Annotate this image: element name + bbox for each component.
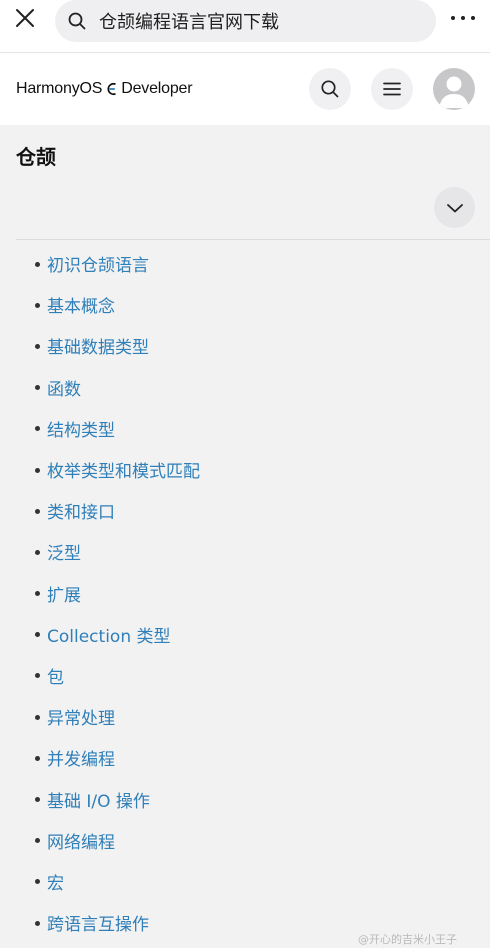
close-icon <box>16 9 34 27</box>
nav-item[interactable]: 并发编程 <box>0 737 490 778</box>
more-dots-icon <box>451 16 455 20</box>
site-menu-button[interactable] <box>371 68 413 110</box>
bullet-dot <box>35 673 40 679</box>
nav-item[interactable]: 初识仓颉语言 <box>0 243 490 284</box>
bullet-dot <box>35 714 40 720</box>
search-bar[interactable]: 仓颉编程语言官网下载 <box>55 0 436 42</box>
nav-item-label[interactable]: 函数 <box>47 375 81 400</box>
nav-item[interactable]: 类和接口 <box>0 490 490 531</box>
watermark: @开心的吉米小王子 <box>358 933 457 946</box>
nav-item-label[interactable]: 包 <box>47 663 64 688</box>
nav-item[interactable]: Collection 类型 <box>0 614 490 655</box>
nav-item[interactable]: 异常处理 <box>0 696 490 737</box>
bullet-dot <box>35 920 40 926</box>
search-icon <box>67 10 89 32</box>
doc-nav-list: 初识仓颉语言 基本概念 基础数据类型 函数 结构类型 枚举类型和模式匹配 类和接… <box>0 243 490 943</box>
user-avatar-icon <box>439 76 469 108</box>
logo-mark-icon <box>107 82 117 96</box>
nav-item[interactable]: 扩展 <box>0 573 490 614</box>
bullet-dot <box>35 591 40 597</box>
nav-item[interactable]: 基本概念 <box>0 284 490 325</box>
bullet-dot <box>35 755 40 761</box>
bullet-dot <box>35 549 40 555</box>
nav-item-label[interactable]: 类和接口 <box>47 498 115 523</box>
nav-item-label[interactable]: 初识仓颉语言 <box>47 251 149 276</box>
nav-item-label[interactable]: 扩展 <box>47 581 81 606</box>
nav-item-label[interactable]: 泛型 <box>47 539 81 564</box>
nav-item[interactable]: 基础数据类型 <box>0 325 490 366</box>
bullet-dot <box>35 632 40 638</box>
bullet-dot <box>35 343 40 349</box>
section-title: 仓颉 <box>16 145 56 169</box>
divider <box>16 239 490 240</box>
nav-item-label[interactable]: 基础数据类型 <box>47 333 149 358</box>
chevron-down-icon <box>446 203 463 212</box>
bullet-dot <box>35 302 40 308</box>
nav-item-label[interactable]: 跨语言互操作 <box>47 910 149 935</box>
harmonyos-developer-logo[interactable]: HarmonyOS Developer <box>16 77 193 101</box>
nav-item-label[interactable]: 枚举类型和模式匹配 <box>47 457 200 482</box>
browser-top-bar: 仓颉编程语言官网下载 <box>0 0 490 53</box>
more-dot <box>471 16 475 20</box>
nav-item-label[interactable]: 结构类型 <box>47 416 115 441</box>
nav-item-label[interactable]: 网络编程 <box>47 828 115 853</box>
nav-item-label[interactable]: 宏 <box>47 869 64 894</box>
nav-item-label[interactable]: 并发编程 <box>47 745 115 770</box>
page: 仓颉编程语言官网下载 HarmonyOS Developer 仓颉 初识仓颉语言… <box>0 0 490 948</box>
more-options-button[interactable] <box>444 2 482 34</box>
nav-item[interactable]: 网络编程 <box>0 820 490 861</box>
bullet-dot <box>35 385 40 391</box>
nav-item[interactable]: 包 <box>0 655 490 696</box>
more-dot <box>461 16 465 20</box>
nav-item[interactable]: 基础 I/O 操作 <box>0 778 490 819</box>
bullet-dot <box>35 838 40 844</box>
site-search-button[interactable] <box>309 68 351 110</box>
site-header: HarmonyOS Developer <box>0 53 490 125</box>
search-query-text: 仓颉编程语言官网下载 <box>99 12 279 33</box>
collapse-toggle-button[interactable] <box>434 187 475 228</box>
search-icon <box>321 80 339 98</box>
bullet-dot <box>35 508 40 514</box>
hamburger-menu-icon <box>383 82 401 96</box>
bullet-dot <box>35 467 40 473</box>
nav-item[interactable]: 结构类型 <box>0 408 490 449</box>
nav-item[interactable]: 泛型 <box>0 531 490 572</box>
bullet-dot <box>35 797 40 803</box>
bullet-dot <box>35 426 40 432</box>
nav-item[interactable]: 枚举类型和模式匹配 <box>0 449 490 490</box>
nav-item[interactable]: 宏 <box>0 861 490 902</box>
bullet-dot <box>35 261 40 267</box>
logo-brand-text: HarmonyOS <box>16 80 103 97</box>
nav-item-label[interactable]: 基本概念 <box>47 292 115 317</box>
nav-item-label[interactable]: Collection 类型 <box>47 622 171 647</box>
nav-item-label[interactable]: 基础 I/O 操作 <box>47 787 150 812</box>
nav-item[interactable]: 函数 <box>0 367 490 408</box>
bullet-dot <box>35 879 40 885</box>
nav-item-label[interactable]: 异常处理 <box>47 704 115 729</box>
close-button[interactable] <box>9 2 41 34</box>
user-avatar[interactable] <box>433 68 475 110</box>
logo-suffix-text: Developer <box>121 80 193 97</box>
